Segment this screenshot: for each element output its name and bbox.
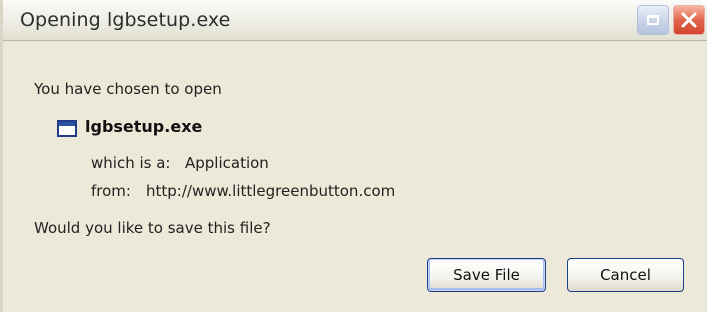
download-dialog: Opening lgbsetup.exe You have chosen to … <box>0 0 707 312</box>
cancel-button[interactable]: Cancel <box>567 258 684 292</box>
window-title: Opening lgbsetup.exe <box>20 9 231 31</box>
file-name: lgbsetup.exe <box>85 117 203 136</box>
file-type-value: Application <box>185 154 269 172</box>
save-question: Would you like to save this file? <box>34 219 271 237</box>
title-bar[interactable]: Opening lgbsetup.exe <box>3 0 707 41</box>
file-source-label: from: <box>91 182 131 200</box>
file-source-url: http://www.littlegreenbutton.com <box>146 182 396 200</box>
close-button[interactable] <box>673 5 705 35</box>
save-file-button[interactable]: Save File <box>427 258 546 292</box>
application-window-icon <box>57 120 77 137</box>
restore-icon <box>647 15 659 25</box>
close-icon <box>681 12 697 28</box>
file-type-label: which is a: <box>91 154 171 172</box>
intro-text: You have chosen to open <box>34 80 222 98</box>
restore-button[interactable] <box>637 5 669 35</box>
